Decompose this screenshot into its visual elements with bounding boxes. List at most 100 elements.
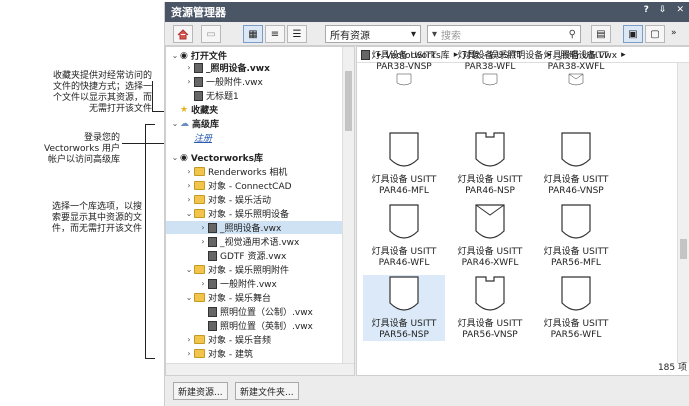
tree-row[interactable]: 注册 [166, 131, 342, 144]
tree-row[interactable]: › 对象 - 娱乐音频 [166, 333, 342, 346]
twisty-icon[interactable]: › [184, 77, 194, 86]
pane-icon: ▣ [628, 28, 638, 40]
overflow-icon[interactable]: » [671, 28, 677, 38]
pane2-button[interactable]: ▢ [645, 25, 665, 43]
twisty-icon[interactable]: › [184, 335, 194, 344]
close-button[interactable]: ✕ [676, 5, 684, 15]
pin-button[interactable]: ⇩ [659, 5, 667, 15]
new-folder-button[interactable]: 新建文件夹... [235, 382, 299, 400]
resource-item[interactable]: 灯具设备 USITT PAR46-NSP [449, 131, 531, 197]
resource-item[interactable]: 灯具设备 USITT PAR56-MFL [535, 203, 617, 269]
tree-label: 对象 - 娱乐舞台 [208, 294, 271, 304]
help-button[interactable]: ? [644, 5, 649, 15]
resource-item[interactable]: 灯具设备 USITT PAR46-WFL [363, 203, 445, 269]
resource-item[interactable]: 灯具设备 USITT PAR46-MFL [363, 131, 445, 197]
resource-item[interactable]: 灯具设备 USITT PAR38-WFL [449, 51, 531, 95]
home-button[interactable] [173, 25, 193, 43]
list-view-button[interactable]: ≡ [265, 25, 285, 43]
resource-viewer: ▸ Vectorworks库 ▸ 对象 - 娱乐照明设备 ▸ _照明设备.vwx… [356, 46, 689, 376]
file-icon [194, 76, 203, 87]
twisty-icon[interactable]: ⌄ [170, 153, 180, 162]
file-icon [208, 236, 217, 247]
resource-item[interactable]: 灯具设备 USITT PAR56-VNSP [449, 275, 531, 341]
resource-item[interactable]: 灯具设备 USITT PAR38-VNSP [363, 51, 445, 95]
library-bracket [145, 124, 146, 358]
folder-icon [194, 265, 205, 274]
twisty-icon[interactable]: ⌄ [184, 209, 194, 218]
twisty-icon[interactable]: ⌄ [170, 51, 180, 60]
tree-label: 无标题1 [206, 92, 239, 102]
search-input[interactable]: 搜索 [441, 27, 461, 42]
pane-button[interactable]: ▣ [623, 25, 643, 43]
viewer-scrollbar[interactable] [677, 63, 689, 363]
tree-row[interactable]: ⌄ ☁ 高级库 [166, 117, 342, 131]
grid-icon: ▦ [248, 28, 258, 40]
tree-row[interactable]: ⌄ 对象 - 娱乐舞台 [166, 291, 342, 304]
twisty-icon[interactable]: › [184, 181, 194, 190]
twisty-icon[interactable]: ⌄ [170, 119, 180, 128]
file-button[interactable]: ▭ [201, 25, 221, 43]
viewer-scroll-thumb[interactable] [680, 239, 687, 259]
tree-row[interactable]: 照明位置（公制）.vwx [166, 305, 342, 318]
resource-item[interactable]: 灯具设备 USITT PAR56-NSP [363, 275, 445, 341]
tree-row[interactable]: › 对象 - ConnectCAD [166, 179, 342, 192]
tree-row[interactable]: ★ 收藏夹 [166, 103, 342, 117]
cloud-icon: ☁ [180, 118, 189, 129]
resource-item[interactable]: 灯具设备 USITT PAR46-XWFL [449, 203, 531, 269]
tree-row[interactable]: GDTF 资源.vwx [166, 249, 342, 262]
tree-row[interactable]: 无标题1 [166, 89, 342, 102]
file-icon [208, 278, 217, 289]
twisty-icon[interactable]: › [198, 223, 208, 232]
folder-icon [194, 335, 205, 344]
twisty-icon[interactable]: › [198, 237, 208, 246]
tree-scroll-thumb[interactable] [345, 71, 352, 131]
tree-row[interactable]: › Renderworks 相机 [166, 165, 342, 178]
favorites-note: 收藏夹提供对经常访问的 文件的快捷方式；选择一 个文件以显示其资源，而 无需打开… [52, 71, 152, 114]
detail-view-button[interactable]: ☰ [287, 25, 307, 43]
resource-model: PAR56-WFL [550, 330, 602, 340]
twisty-icon[interactable]: › [184, 349, 194, 358]
tree-row[interactable]: ⌄ 对象 - 娱乐照明设备 [166, 207, 342, 220]
item-count: 185 项 [657, 363, 687, 373]
twisty-icon[interactable]: › [198, 279, 208, 288]
twisty-icon[interactable]: › [184, 63, 194, 72]
resource-model: PAR46-WFL [378, 258, 430, 268]
tree-label: 对象 - 娱乐音频 [208, 336, 271, 346]
tree-label: Renderworks 相机 [208, 168, 288, 178]
library-note: 选择一个库选项，以搜 索要显示其中资源的文 件，而无需打开该文件 [51, 202, 142, 234]
resource-name: 灯具设备 USITT [457, 319, 523, 329]
tree-label: 收藏夹 [191, 106, 219, 116]
tree-row[interactable]: ⌄ 对象 - 娱乐照明附件 [166, 263, 342, 276]
search-field[interactable]: ▾ 搜索 ⚲ [427, 25, 581, 43]
resource-name: 灯具设备 USITT [457, 51, 523, 61]
tree-row[interactable]: › _照明设备.vwx [166, 61, 342, 74]
tree-row[interactable]: 照明位置（英制）.vwx [166, 319, 342, 332]
tree-label: 一般附件.vwx [206, 78, 263, 88]
resource-name: 灯具设备 USITT [457, 247, 523, 257]
tree-row[interactable]: › 对象 - 娱乐活动 [166, 193, 342, 206]
tree-row[interactable]: ⌄ ◉ Vectorworks库 [166, 151, 342, 165]
tree-row[interactable]: › 一般附件.vwx [166, 75, 342, 88]
tree-row[interactable]: › 对象 - 建筑 [166, 347, 342, 360]
tree-scrollbar[interactable] [342, 47, 354, 375]
grid-view-button[interactable]: ▦ [243, 25, 263, 43]
new-resource-button[interactable]: 新建资源... [173, 382, 228, 400]
resource-item[interactable]: 灯具设备 USITT PAR38-XWFL [535, 51, 617, 95]
resource-model: PAR46-MFL [379, 186, 429, 196]
open-file-icon: ◉ [180, 50, 188, 61]
tree-row[interactable]: › 一般附件.vwx [166, 277, 342, 290]
resource-model: PAR46-XWFL [461, 258, 519, 268]
resource-item[interactable]: 灯具设备 USITT PAR46-VNSP [535, 131, 617, 197]
resource-item[interactable]: 灯具设备 USITT PAR56-WFL [535, 275, 617, 341]
twisty-icon[interactable]: ⌄ [184, 293, 194, 302]
tree-row[interactable]: › _照明设备.vwx [166, 221, 342, 234]
resource-filter-select[interactable]: 所有资源 ▾ [325, 25, 421, 43]
preview-button[interactable]: ▤ [591, 25, 611, 43]
twisty-icon[interactable]: › [184, 167, 194, 176]
twisty-icon[interactable]: › [184, 195, 194, 204]
tree-hscrollbar[interactable] [166, 363, 354, 375]
tree-row[interactable]: › _视觉通用术语.vwx [166, 235, 342, 248]
resource-name: 灯具设备 USITT [543, 51, 609, 61]
twisty-icon[interactable]: ⌄ [184, 265, 194, 274]
title-buttons: ? ⇩ ✕ [644, 5, 684, 15]
